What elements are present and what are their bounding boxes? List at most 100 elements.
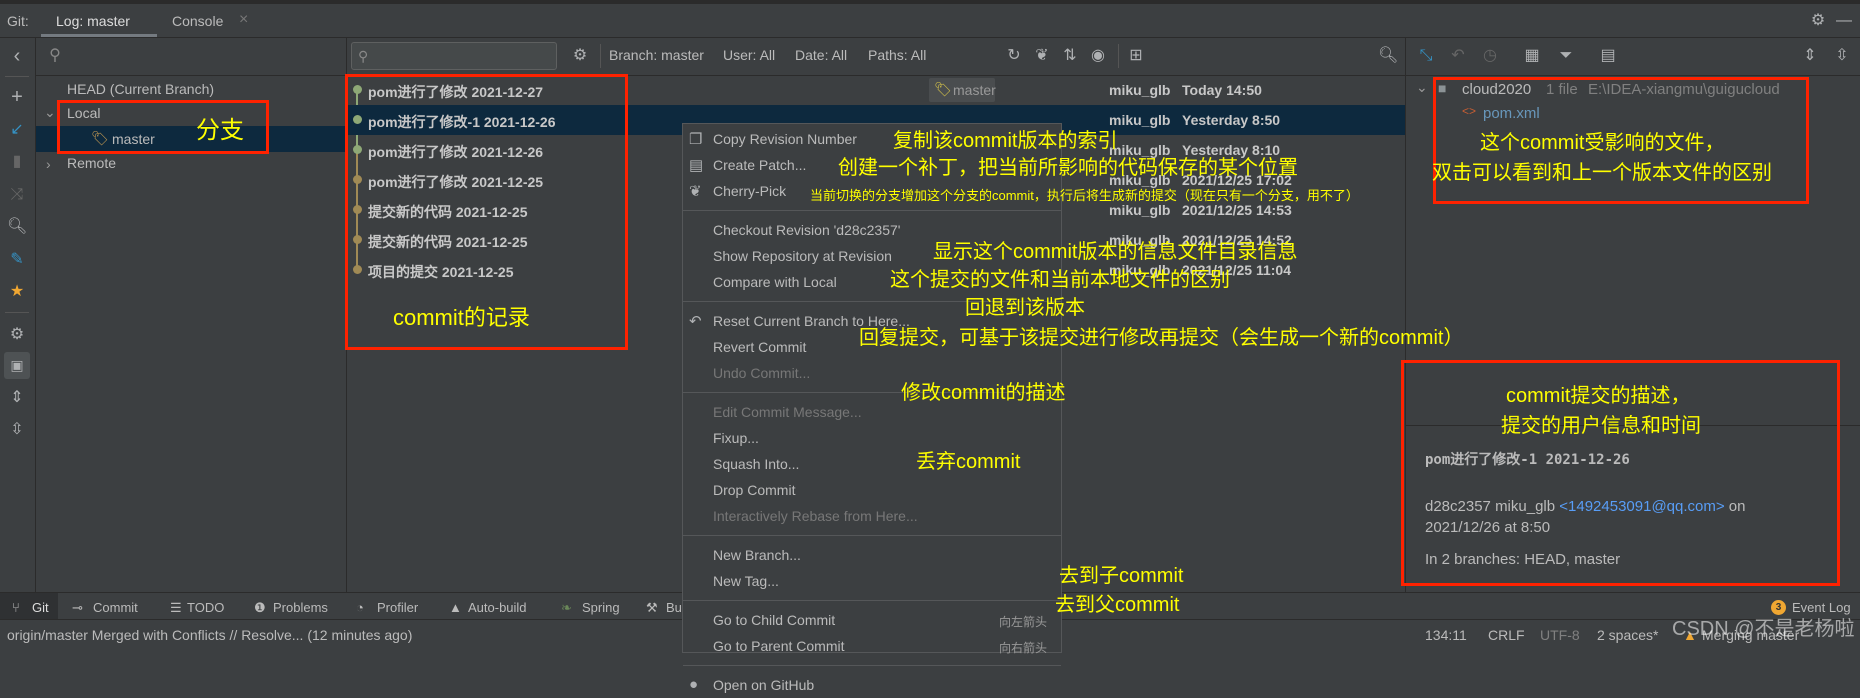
bottom-tab-commit[interactable]: Commit <box>93 600 138 615</box>
menu-item-label: Drop Commit <box>713 482 796 498</box>
profiler-icon: ◔ <box>356 600 364 615</box>
annotation-revert: 回复提交，可基于该提交进行修改再提交（会生成一个新的commit） <box>859 327 1464 349</box>
gear-icon[interactable]: ⚙ <box>570 48 590 64</box>
annotation-parent: 去到父commit <box>1055 594 1180 616</box>
commit-icon: ⊸ <box>72 600 83 615</box>
active-tab-indicator <box>41 34 157 37</box>
annotation-show-repo: 显示这个commit版本的信息文件目录信息 <box>933 241 1298 263</box>
undo-icon[interactable]: ↶ <box>1448 48 1468 64</box>
close-icon[interactable]: × <box>239 11 248 29</box>
line-separator[interactable]: CRLF <box>1488 627 1525 643</box>
bottom-tab-problems[interactable]: Problems <box>273 600 328 615</box>
annotation-branch: 分支 <box>196 117 244 144</box>
date-filter[interactable]: Date: All <box>795 47 847 63</box>
branch-group-remote[interactable]: Remote <box>67 155 116 171</box>
menu-item-label: New Tag... <box>713 573 779 589</box>
indent-setting[interactable]: 2 spaces* <box>1597 627 1658 643</box>
trash-icon[interactable]: ▮ <box>7 154 27 170</box>
user-filter[interactable]: User: All <box>723 47 775 63</box>
left-toolbar-border <box>35 38 36 593</box>
file-encoding[interactable]: UTF-8 <box>1540 627 1580 643</box>
menu-item[interactable]: ● Open on GitHub <box>683 672 1061 698</box>
commit-author: miku_glb <box>1109 112 1171 128</box>
menu-item-label: Checkout Revision 'd28c2357' <box>713 222 901 238</box>
bottom-tab-todo[interactable]: TODO <box>187 600 224 615</box>
branch-head[interactable]: HEAD (Current Branch) <box>67 81 214 97</box>
menu-item-label: Copy Revision Number <box>713 131 857 147</box>
branch-filter[interactable]: Branch: master <box>609 47 704 63</box>
problems-icon: ❶ <box>254 600 266 615</box>
new-tab-icon[interactable]: ⊞ <box>1126 48 1146 64</box>
layout-icon[interactable]: ▤ <box>1598 48 1618 64</box>
history-icon[interactable]: ◷ <box>1480 48 1500 64</box>
bottom-tab-git-active <box>0 593 58 619</box>
menu-item[interactable]: Go to Parent Commit 向右箭头 <box>683 633 1061 659</box>
menu-separator <box>683 210 1061 211</box>
sort-icon[interactable]: ⇅ <box>1060 48 1080 64</box>
menu-item-label: Show Repository at Revision <box>713 248 892 264</box>
chevron-down-icon[interactable]: ⌄ <box>1416 79 1428 96</box>
menu-item-label: Go to Child Commit <box>713 612 836 628</box>
merge-icon[interactable]: ⤨ <box>7 187 27 203</box>
group-by-icon[interactable]: ▦ <box>1522 48 1542 64</box>
eye-icon[interactable]: ◉ <box>1088 48 1108 64</box>
annotation-cherry: 当前切换的分支增加这个分支的commit，执行后将生成新的提交（现在只有一个分支… <box>810 188 1359 203</box>
search-icon: ⚲ <box>358 48 369 64</box>
menu-item[interactable]: New Tag... <box>683 568 1061 594</box>
menu-item[interactable]: Go to Child Commit 向左箭头 <box>683 607 1061 633</box>
tab-log-master[interactable]: Log: master <box>56 13 130 29</box>
caret-position[interactable]: 134:11 <box>1425 627 1467 643</box>
paths-filter[interactable]: Paths: All <box>868 47 926 63</box>
annotation-patch: 创建一个补丁，把当前所影响的代码保存的某个位置 <box>838 157 1298 179</box>
filter-icon[interactable]: ⏷ <box>1556 48 1576 64</box>
bottom-tab-spring[interactable]: Spring <box>582 600 620 615</box>
warning-icon: ▲ <box>449 600 462 615</box>
divider <box>5 312 29 313</box>
search-icon[interactable]: ⚲ <box>45 48 65 64</box>
chevron-left-icon[interactable]: ‹ <box>7 46 27 66</box>
commit-date: Today 14:50 <box>1182 82 1262 98</box>
csdn-watermark: CSDN @不是老杨啦 <box>1672 618 1855 640</box>
preview-icon[interactable]: ▣ <box>4 352 30 379</box>
menu-item-label: Interactively Rebase from Here... <box>713 508 918 524</box>
tab-console[interactable]: Console <box>172 13 223 29</box>
annotation-details-2: 提交的用户信息和时间 <box>1501 415 1701 437</box>
edit-icon[interactable]: ✎ <box>7 252 27 268</box>
git-branch-icon: ⑂ <box>12 600 20 615</box>
search-icon[interactable]: 🔍︎ <box>7 219 27 235</box>
menu-item-label: Open on GitHub <box>713 677 815 693</box>
collapse-all-icon[interactable]: ⇳ <box>1832 48 1852 64</box>
star-icon[interactable]: ★ <box>7 284 27 300</box>
chevron-right-icon[interactable]: › <box>46 156 51 172</box>
hammer-icon: ⚒ <box>646 600 658 615</box>
list-icon: ☰ <box>170 600 182 615</box>
search-icon[interactable]: 🔍︎ <box>1378 48 1398 64</box>
bottom-tab-profiler[interactable]: Profiler <box>377 600 418 615</box>
minimize-icon[interactable]: — <box>1834 13 1854 29</box>
menu-separator <box>683 665 1061 666</box>
expand-all-icon[interactable]: ⇕ <box>1800 48 1820 64</box>
annotation-compare: 这个提交的文件和当前本地文件的区别 <box>890 269 1230 291</box>
refresh-icon[interactable]: ↻ <box>1004 48 1024 64</box>
bottom-tab-build[interactable]: Bu <box>666 600 682 615</box>
chevron-down-icon[interactable]: ⌄ <box>44 104 56 121</box>
menu-item[interactable]: Drop Commit <box>683 477 1061 503</box>
log-search-input[interactable]: ⚲ <box>351 42 557 70</box>
tag-icon: 🏷︎ <box>934 81 952 97</box>
gear-icon[interactable]: ⚙ <box>1808 13 1828 29</box>
cherry-pick-icon[interactable]: ❦ <box>1032 48 1052 64</box>
collapse-diff-icon[interactable]: ⤡ <box>1416 48 1436 64</box>
spring-leaf-icon: ❧ <box>561 600 572 615</box>
menu-item-label: Edit Commit Message... <box>713 404 862 420</box>
plus-icon[interactable]: + <box>7 87 27 107</box>
menu-item[interactable]: New Branch... <box>683 542 1061 568</box>
gear-icon[interactable]: ⚙ <box>7 327 27 343</box>
bottom-tab-git[interactable]: Git <box>32 600 49 615</box>
annotation-edit: 修改commit的描述 <box>901 382 1066 404</box>
menu-item[interactable]: Interactively Rebase from Here... <box>683 503 1061 529</box>
status-message[interactable]: origin/master Merged with Conflicts // R… <box>7 627 412 643</box>
update-arrow-icon[interactable]: ↙ <box>7 122 27 138</box>
collapse-all-icon[interactable]: ⇳ <box>7 422 27 438</box>
expand-all-icon[interactable]: ⇕ <box>7 390 27 406</box>
bottom-tab-auto-build[interactable]: Auto-build <box>468 600 527 615</box>
